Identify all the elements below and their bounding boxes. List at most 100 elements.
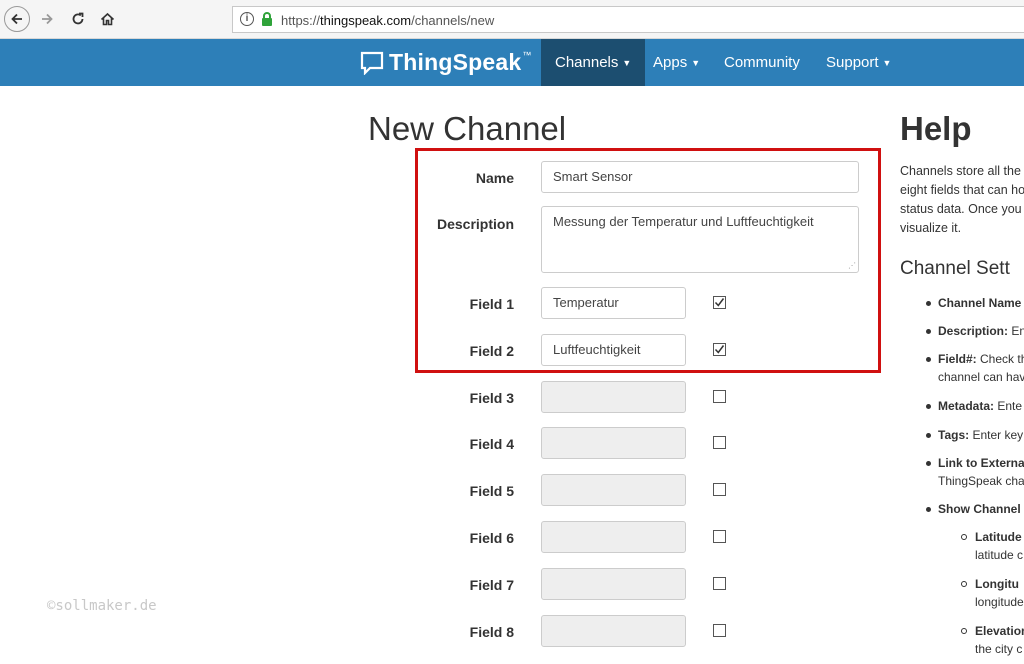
browser-toolbar: i https://thingspeak.com/channels/new	[0, 0, 1024, 39]
help-line: status data. Once you c	[900, 202, 1024, 216]
back-button[interactable]	[4, 6, 30, 32]
arrow-right-icon	[42, 13, 53, 25]
help-item: Tags: Enter key	[938, 426, 1023, 444]
field-3-checkbox[interactable]	[713, 389, 726, 403]
field-4-label: Field 4	[469, 436, 514, 453]
help-item-text: channel can hav	[938, 370, 1024, 384]
field-6-input[interactable]	[541, 521, 686, 553]
nav-channels[interactable]: Channels ▼	[541, 39, 646, 86]
help-item-title: Tags:	[938, 428, 970, 442]
help-subitem-title: Elevation	[975, 624, 1024, 638]
field-8-input[interactable]	[541, 614, 686, 647]
help-item-title: Metadata:	[938, 399, 995, 413]
site-navbar: ThingSpeak ™ Channels ▼ Apps ▼ Community Su…	[0, 39, 1024, 86]
help-item-text: Ente	[994, 399, 1023, 413]
bullet-icon	[926, 507, 931, 512]
help-item-title: Channel Name	[938, 296, 1022, 310]
help-item: Link to Externa ThingSpeak cha	[938, 454, 1024, 490]
circle-bullet-icon	[961, 628, 967, 634]
watermark: ©sollmaker.de	[47, 598, 157, 614]
help-subitem-text: longitude	[975, 595, 1024, 609]
thingspeak-logo[interactable]: ThingSpeak ™	[360, 49, 531, 76]
field-4-checkbox[interactable]	[713, 436, 726, 450]
help-subitem-title: Longitu	[975, 577, 1019, 591]
nav-channels-label: Channels	[555, 54, 619, 71]
caret-down-icon: ▼	[882, 57, 892, 68]
field-5-label: Field 5	[469, 483, 514, 500]
bullet-icon	[926, 329, 931, 334]
help-item-title: Description:	[938, 324, 1009, 338]
logo-trademark: ™	[522, 49, 532, 60]
field-7-checkbox[interactable]	[713, 576, 726, 590]
circle-bullet-icon	[961, 534, 967, 540]
help-subitem-text: latitude c	[975, 548, 1024, 562]
url-host: thingspeak.com	[320, 13, 412, 28]
bullet-icon	[926, 357, 931, 362]
speech-bubble-icon	[360, 51, 384, 75]
help-item-title: Field#:	[938, 352, 977, 366]
field-8-checkbox[interactable]	[713, 623, 726, 637]
help-line: Channels store all the	[900, 164, 1021, 178]
field-5-input[interactable]	[541, 474, 686, 507]
info-icon[interactable]: i	[240, 12, 254, 26]
help-line: eight fields that can ho	[900, 183, 1024, 197]
help-item-text: ThingSpeak cha	[938, 474, 1024, 488]
bullet-icon	[926, 461, 931, 466]
reload-button[interactable]	[66, 7, 90, 31]
help-item: Field#: Check th channel can hav	[938, 350, 1024, 386]
help-subitem: Elevation the city c	[975, 622, 1024, 658]
field-7-input[interactable]	[541, 567, 686, 600]
page-title: New Channel	[368, 110, 567, 147]
nav-support[interactable]: Support ▼	[826, 39, 891, 86]
field-6-checkbox[interactable]	[713, 530, 726, 543]
url-path: /channels/new	[411, 13, 495, 28]
url-prefix: https://	[281, 13, 321, 28]
help-item: Show Channel	[938, 500, 1021, 518]
home-icon	[100, 12, 114, 26]
help-subitem: Latitude latitude c	[975, 528, 1023, 564]
field-8-label: Field 8	[469, 623, 514, 640]
field-4-input[interactable]	[541, 427, 686, 460]
help-subitem-title: Latitude	[975, 530, 1022, 544]
nav-apps[interactable]: Apps ▼	[653, 39, 700, 86]
home-button[interactable]	[95, 7, 119, 31]
url-text: https://thingspeak.com/channels/new	[281, 13, 494, 28]
bullet-icon	[926, 301, 931, 306]
field-3-input[interactable]	[541, 380, 686, 413]
help-subitem-text: the city c	[975, 642, 1023, 656]
logo-text: ThingSpeak	[389, 49, 522, 75]
field-5-checkbox[interactable]	[713, 483, 726, 497]
help-line: visualize it.	[900, 221, 962, 235]
caret-down-icon: ▼	[691, 57, 701, 68]
channel-settings-heading: Channel Sett	[900, 258, 1010, 279]
caret-down-icon: ▼	[622, 57, 632, 68]
page: i https://thingspeak.com/channels/new Th…	[0, 0, 1024, 664]
field-7-label: Field 7	[469, 576, 514, 593]
field-6-label: Field 6	[469, 530, 514, 546]
arrow-left-icon	[11, 13, 22, 25]
help-item: Description: En	[938, 322, 1024, 340]
help-item-title: Show Channel	[938, 502, 1021, 516]
help-item: Channel Name	[938, 294, 1021, 312]
field-3-label: Field 3	[469, 389, 514, 406]
nav-apps-label: Apps	[653, 54, 688, 71]
help-item-text: Enter key	[969, 428, 1024, 442]
address-bar[interactable]: i https://thingspeak.com/channels/new	[232, 6, 1024, 33]
nav-support-label: Support	[826, 54, 879, 71]
nav-community[interactable]: Community	[724, 39, 800, 86]
forward-button[interactable]	[35, 7, 59, 31]
lock-icon	[262, 12, 272, 26]
help-subitem: Longitu longitude	[975, 575, 1024, 611]
bullet-icon	[926, 433, 931, 438]
help-item: Metadata: Ente	[938, 397, 1022, 415]
help-item-text: En	[1011, 324, 1024, 338]
highlight-box	[415, 148, 881, 373]
bullet-icon	[926, 404, 931, 409]
help-item-title: Link to Externa	[938, 456, 1024, 470]
reload-icon	[72, 12, 84, 25]
help-intro: Channels store all the eight fields that…	[900, 162, 1024, 238]
help-title: Help	[900, 110, 972, 147]
circle-bullet-icon	[961, 581, 967, 587]
help-item-text: Check th	[976, 352, 1024, 366]
nav-community-label: Community	[724, 54, 800, 71]
